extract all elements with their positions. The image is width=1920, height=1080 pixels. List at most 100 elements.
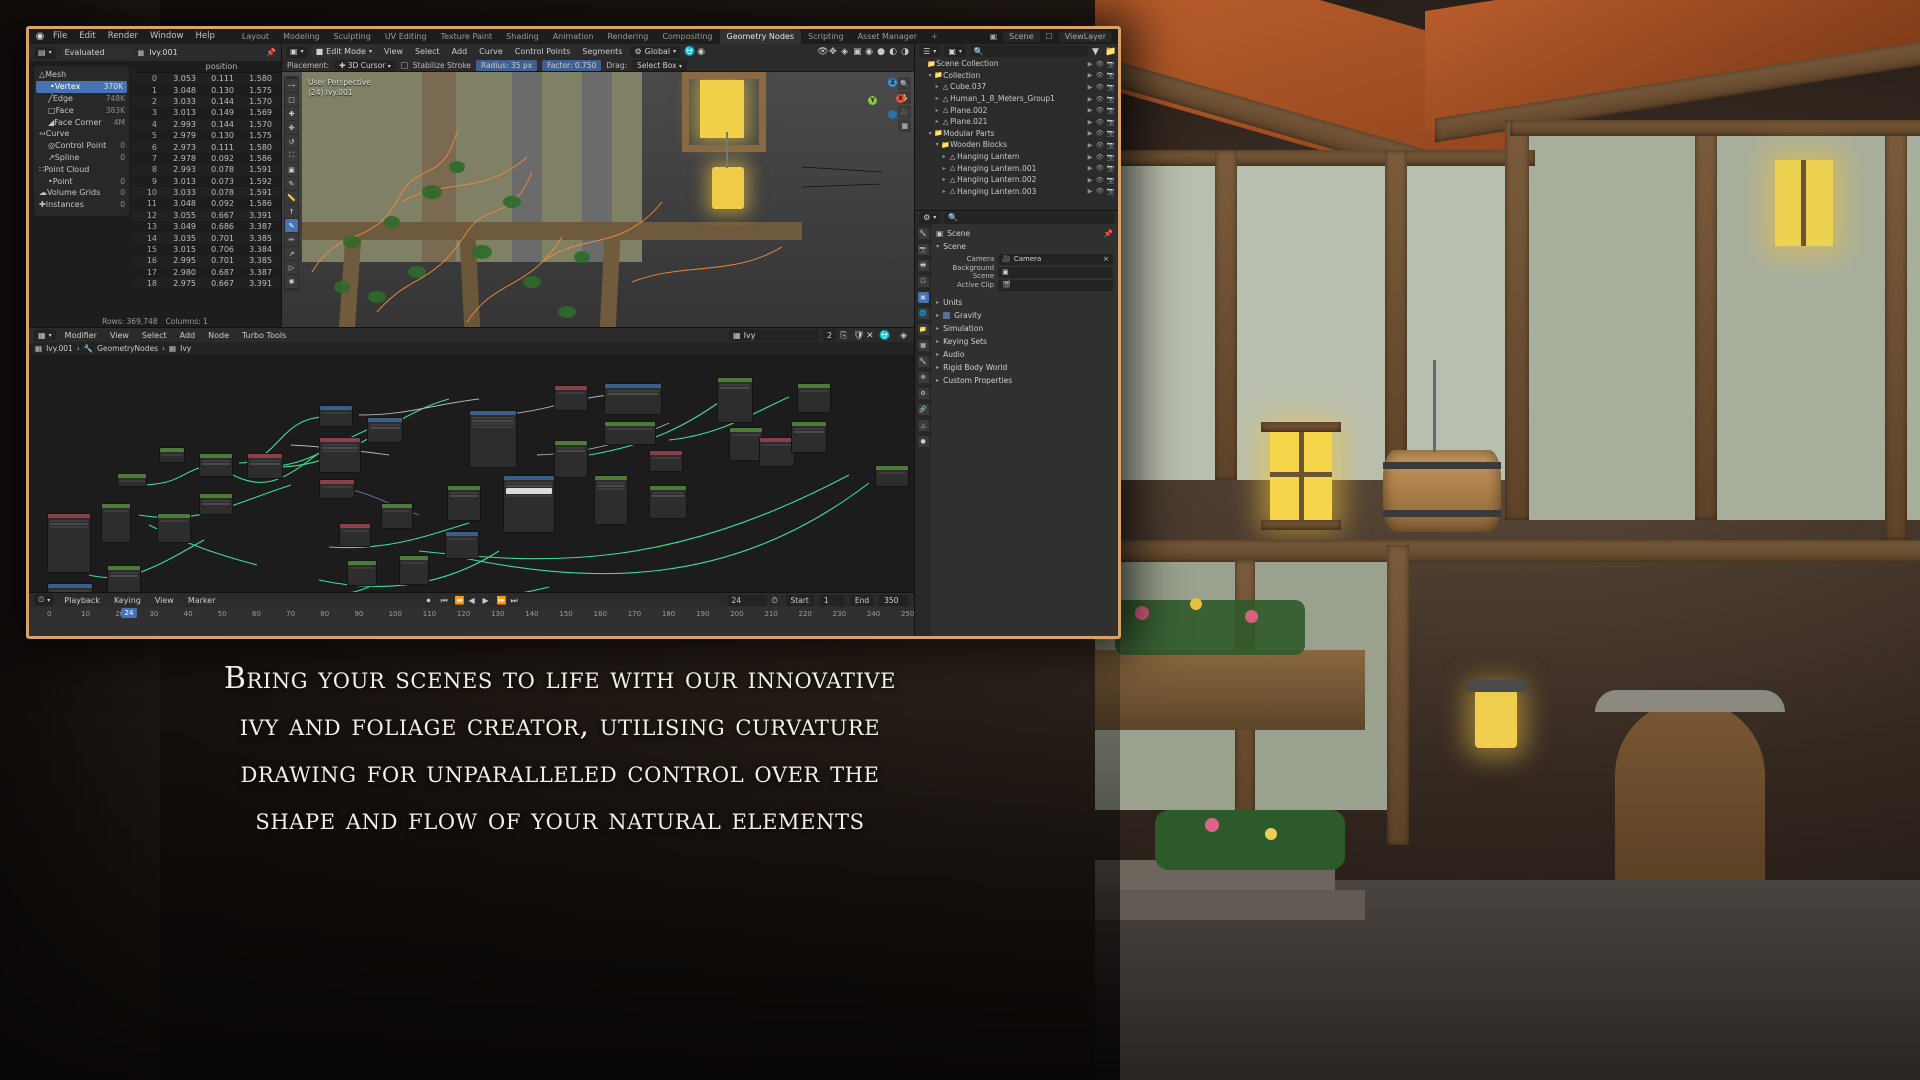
table-row[interactable]: 9 3.013 0.073 1.592	[132, 176, 281, 187]
workspace-tab-layout[interactable]: Layout	[235, 29, 276, 44]
disable-render-icon[interactable]: 📷	[1107, 187, 1115, 195]
section-units[interactable]: ▸ Units	[936, 296, 1113, 309]
node[interactable]	[604, 383, 662, 415]
magnet-icon[interactable]: ⛎	[684, 47, 695, 57]
node[interactable]	[649, 450, 683, 472]
dataset-face-corner[interactable]: ◢ Face Corner 4M	[34, 116, 129, 128]
node[interactable]	[469, 410, 517, 468]
workspace-tab-shading[interactable]: Shading	[499, 29, 546, 44]
node[interactable]	[47, 583, 93, 592]
restrict-select-icon[interactable]: ▶	[1088, 187, 1093, 195]
render-tab-icon[interactable]: 📷	[917, 244, 929, 255]
dataset-edge[interactable]: ╱ Edge 748K	[34, 93, 129, 105]
hide-viewport-icon[interactable]: 👁	[1096, 129, 1104, 137]
table-row[interactable]: 2 3.033 0.144 1.570	[132, 95, 281, 108]
dataset-face[interactable]: □ Face 383K	[34, 104, 129, 116]
node[interactable]	[554, 440, 588, 478]
viewport-menu-view[interactable]: View	[380, 47, 407, 56]
section-rigid-body-world[interactable]: ▸ Rigid Body World	[936, 361, 1113, 374]
disclosure-triangle-icon[interactable]: ▸	[940, 153, 948, 160]
outliner-item-hanging-lantern[interactable]: ▸ △ Hanging Lantern ▶ 👁 📷	[915, 151, 1118, 163]
viewport-menu-control-points[interactable]: Control Points	[511, 47, 575, 56]
dataset-point-cloud[interactable]: ∷ Point Cloud	[34, 163, 129, 175]
table-row[interactable]: 15 3.015 0.706 3.384	[132, 244, 281, 255]
wireframe-shading-icon[interactable]: ◉	[865, 47, 874, 57]
node[interactable]	[319, 405, 353, 427]
viewport-menu-select[interactable]: Select	[411, 47, 444, 56]
timeline-menu-keying[interactable]: Keying	[110, 596, 145, 605]
particles-tab-icon[interactable]: ❉	[917, 372, 929, 383]
workspace-tab-texture-paint[interactable]: Texture Paint	[434, 29, 500, 44]
node-menu-turbo-tools[interactable]: Turbo Tools	[238, 331, 290, 340]
jump-start-icon[interactable]: ⏮	[441, 596, 450, 605]
restrict-select-icon[interactable]: ▶	[1088, 118, 1093, 126]
placement-dropdown[interactable]: ✚ 3D Cursor ▾	[334, 59, 396, 71]
node[interactable]	[717, 377, 753, 423]
gizmo-axis-y[interactable]: Y	[868, 96, 878, 105]
outliner-item-hanging-lantern-003[interactable]: ▸ △ Hanging Lantern.003 ▶ 👁 📷	[915, 186, 1118, 198]
stabilize-stroke-checkbox[interactable]	[400, 61, 408, 69]
proportional-edit-icon[interactable]: ◉	[697, 47, 706, 57]
shield-icon[interactable]: 🛡	[853, 331, 864, 341]
restrict-select-icon[interactable]: ▶	[1088, 106, 1093, 114]
play-reverse-icon[interactable]: ◀	[469, 596, 478, 605]
table-row[interactable]: 16 2.995 0.701 3.385	[132, 255, 281, 267]
disable-render-icon[interactable]: 📷	[1107, 176, 1115, 184]
copy-icon[interactable]: ⎘	[840, 331, 849, 341]
annotate-tool-icon[interactable]: ✎	[285, 177, 298, 190]
node[interactable]	[604, 421, 656, 445]
cursor-tool-icon[interactable]: ✚	[285, 107, 298, 120]
table-row[interactable]: 12 3.055 0.667 3.391	[132, 209, 281, 222]
workspace-tab-sculpting[interactable]: Sculpting	[326, 29, 377, 44]
workspace-tab-compositing[interactable]: Compositing	[655, 29, 719, 44]
tweak-tool-icon[interactable]: ⤍	[285, 79, 298, 92]
node[interactable]	[445, 531, 479, 559]
drag-dropdown[interactable]: Select Box ▾	[632, 59, 688, 71]
hide-viewport-icon[interactable]: 👁	[1096, 187, 1104, 195]
table-row[interactable]: 10 3.033 0.078 1.591	[132, 186, 281, 199]
workspace-tab-modeling[interactable]: Modeling	[276, 29, 326, 44]
disable-render-icon[interactable]: 📷	[1107, 141, 1115, 149]
background-scene-field[interactable]: ▣	[998, 266, 1113, 278]
data-tab-icon[interactable]: △	[917, 420, 929, 431]
magnet-icon[interactable]: ⛎	[879, 331, 890, 341]
disclosure-triangle-icon[interactable]: ▾	[926, 72, 934, 79]
section-keying-sets[interactable]: ▸ Keying Sets	[936, 335, 1113, 348]
current-frame-field[interactable]: 24	[726, 594, 767, 606]
disable-render-icon[interactable]: 📷	[1107, 164, 1115, 172]
disclosure-triangle-icon[interactable]: ▾	[926, 130, 934, 137]
table-row[interactable]: 5 2.979 0.130 1.575	[132, 130, 281, 141]
auto-key-icon[interactable]: ⏱	[772, 596, 781, 605]
node[interactable]	[157, 513, 191, 543]
measure-tool-icon[interactable]: 📏	[285, 191, 298, 204]
table-row[interactable]: 8 2.993 0.078 1.591	[132, 164, 281, 176]
menu-edit[interactable]: Edit	[73, 29, 101, 44]
node[interactable]	[339, 523, 371, 547]
transform-orientation-dropdown[interactable]: ⚙ Global ▾	[630, 45, 681, 58]
menu-render[interactable]: Render	[102, 29, 144, 44]
disable-render-icon[interactable]: 📷	[1107, 60, 1115, 68]
clear-camera-icon[interactable]: ×	[1103, 255, 1109, 263]
node[interactable]	[399, 555, 429, 585]
outliner-item-wooden-blocks[interactable]: ▾ 📁 Wooden Blocks ▶ 👁 📷	[915, 139, 1118, 151]
object-tab-icon[interactable]: ▦	[917, 340, 929, 351]
disable-render-icon[interactable]: 📷	[1107, 153, 1115, 161]
table-row[interactable]: 4 2.993 0.144 1.570	[132, 118, 281, 130]
table-row[interactable]: 0 3.053 0.111 1.580	[132, 73, 281, 85]
node[interactable]	[47, 513, 91, 573]
breadcrumb-modifier[interactable]: GeometryNodes	[97, 344, 158, 353]
outliner-item-modular-parts[interactable]: ▾ 📁 Modular Parts ▶ 👁 📷	[915, 128, 1118, 140]
viewport-editor-type-icon[interactable]: ▣ ▾	[286, 45, 308, 58]
node[interactable]	[729, 427, 763, 461]
breadcrumb-nodetree[interactable]: Ivy	[180, 344, 191, 353]
spreadsheet-grid[interactable]: position 0 3.053 0.111 1.580 1 3.048 0.130 1.57…	[132, 61, 281, 316]
blender-logo-icon[interactable]: ◉	[33, 31, 47, 42]
hide-viewport-icon[interactable]: 👁	[1096, 60, 1104, 68]
node[interactable]	[797, 383, 831, 413]
node-menu-add[interactable]: Add	[176, 331, 200, 340]
world-tab-icon[interactable]: 🌐	[917, 308, 929, 319]
restrict-select-icon[interactable]: ▶	[1088, 176, 1093, 184]
dataset-control-point[interactable]: ◎ Control Point 0	[34, 140, 129, 152]
viewport-canvas[interactable]	[282, 72, 915, 327]
disable-render-icon[interactable]: 📷	[1107, 71, 1115, 79]
